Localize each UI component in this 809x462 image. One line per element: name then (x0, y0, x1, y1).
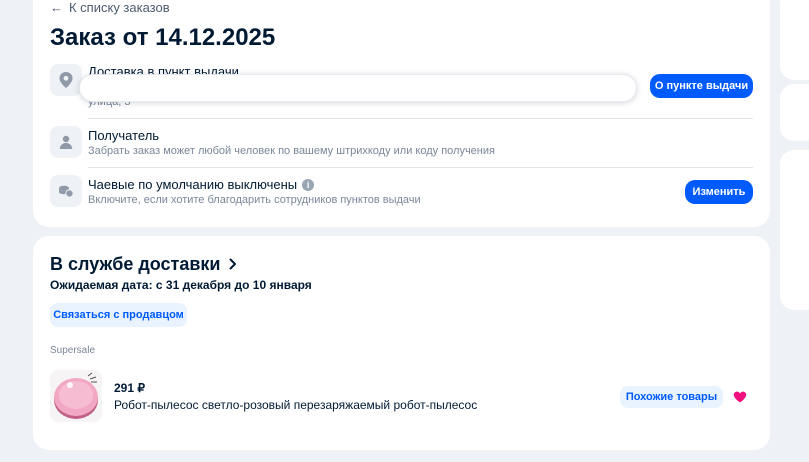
pickup-point-info-button[interactable]: О пункте выдачи (650, 74, 753, 98)
coins-icon (50, 175, 82, 207)
robot-vacuum-icon (50, 370, 102, 422)
side-panel-top (780, 0, 809, 80)
tips-title-wrap: Чаевые по умолчанию выключены i (88, 177, 315, 192)
address-field[interactable] (79, 74, 637, 102)
divider (88, 118, 753, 119)
similar-products-button[interactable]: Похожие товары (620, 386, 723, 408)
contact-seller-button[interactable]: Связаться с продавцом (50, 303, 187, 327)
location-pin-icon (50, 64, 82, 96)
product-name[interactable]: Робот-пылесос светло-розовый перезаряжае… (114, 398, 477, 412)
product-price: 291 ₽ (114, 381, 145, 395)
delivery-status-heading[interactable]: В службе доставки (50, 254, 237, 275)
arrow-left-icon: ← (50, 0, 63, 15)
favorite-button[interactable] (728, 385, 752, 409)
info-icon[interactable]: i (302, 178, 315, 191)
seller-name[interactable]: Supersale (50, 345, 95, 356)
recipient-title: Получатель (88, 128, 160, 143)
back-to-orders-link[interactable]: ← К списку заказов (50, 0, 170, 15)
divider (88, 167, 753, 168)
user-icon (50, 126, 82, 158)
recipient-subtitle: Забрать заказ может любой человек по ваш… (88, 145, 495, 157)
recipient-row: Получатель Забрать заказ может любой чел… (50, 125, 753, 161)
back-to-orders-label: К списку заказов (69, 0, 170, 15)
page-title: Заказ от 14.12.2025 (50, 24, 276, 51)
delivery-status-title: В службе доставки (50, 254, 221, 274)
product-image[interactable] (50, 370, 102, 422)
heart-icon (733, 391, 747, 403)
expected-date: Ожидаемая дата: с 31 декабря до 10 январ… (50, 278, 312, 292)
change-tips-button[interactable]: Изменить (685, 180, 753, 204)
tips-title: Чаевые по умолчанию выключены (88, 177, 298, 192)
side-panel-bottom (780, 150, 809, 310)
tips-subtitle: Включите, если хотите благодарить сотруд… (88, 194, 421, 206)
side-panel-middle (780, 84, 809, 141)
chevron-right-icon (229, 254, 237, 275)
tips-row: Чаевые по умолчанию выключены i Включите… (50, 174, 753, 210)
